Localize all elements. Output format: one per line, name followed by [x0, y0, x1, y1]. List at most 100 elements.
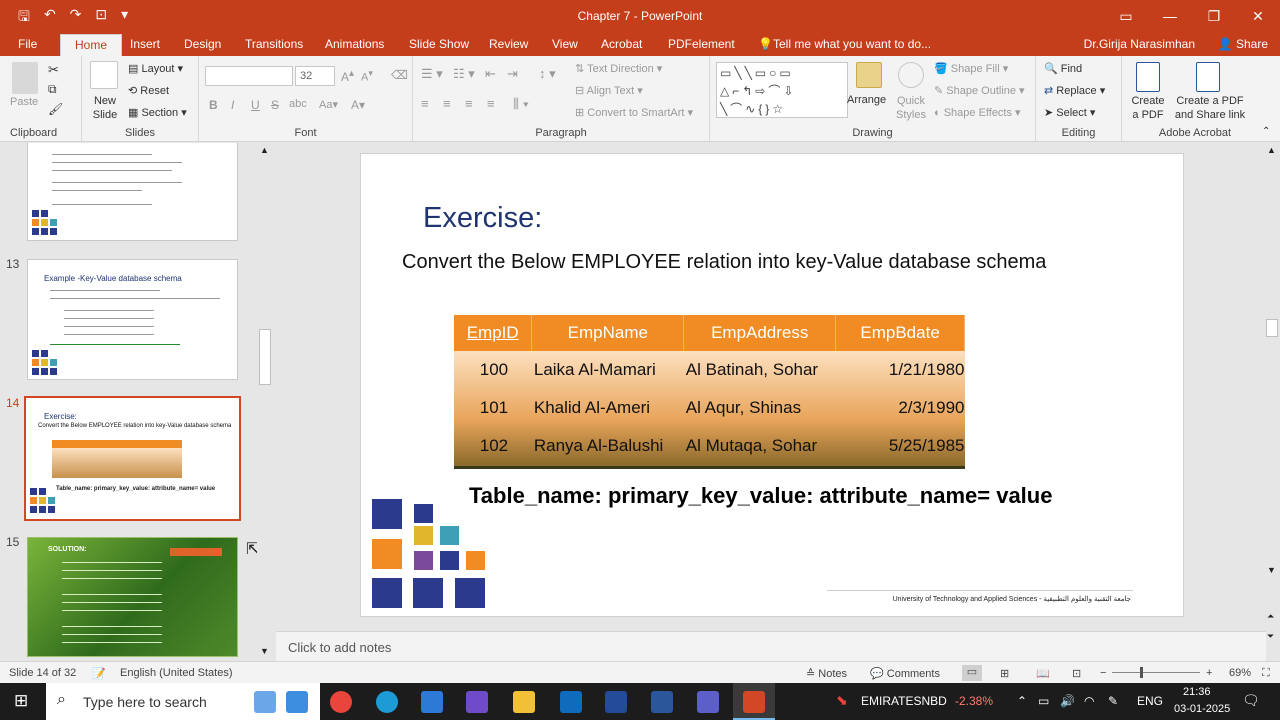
align-text-button[interactable]: ⊟ Align Text ▾ [575, 84, 643, 97]
thumbnail-scrollbar[interactable]: ▲ ▼ [257, 143, 273, 660]
zoom-out-icon[interactable]: − [1100, 667, 1106, 679]
cut-icon[interactable]: ✂ [48, 62, 59, 78]
next-slide-icon[interactable]: ⏷ [1267, 631, 1274, 642]
increase-indent-icon[interactable]: ⇥ [507, 66, 518, 82]
clock-date[interactable]: 03-01-2025 [1174, 703, 1230, 715]
table-cell[interactable]: 101 [454, 389, 532, 427]
shape-effects-button[interactable]: ◐ Shape Effects ▾ [934, 106, 1021, 119]
close-button[interactable]: ✕ [1236, 0, 1280, 32]
notes-toggle[interactable]: ≙ Notes [806, 667, 847, 680]
section-button[interactable]: ▦ Section ▾ [128, 106, 187, 119]
thumbnail-scroll-thumb[interactable] [259, 329, 271, 385]
paste-button[interactable]: Paste [10, 96, 38, 108]
tab-insert[interactable]: Insert [130, 37, 160, 51]
tab-view[interactable]: View [552, 37, 578, 51]
battery-icon[interactable]: ▭ [1038, 694, 1049, 708]
replace-button[interactable]: ⇄ Replace ▾ [1044, 84, 1105, 97]
change-case-icon[interactable]: Aa▾ [319, 98, 338, 111]
tell-me-search[interactable]: Tell me what you want to do... [773, 37, 931, 51]
zoom-slider-thumb[interactable] [1140, 667, 1143, 678]
table-cell[interactable]: 100 [454, 351, 532, 389]
minimize-button[interactable]: — [1148, 0, 1192, 32]
arrange-button[interactable]: Arrange [847, 94, 886, 106]
collapse-ribbon-icon[interactable]: ⌃ [1262, 126, 1270, 137]
new-slide-button[interactable]: New Slide [88, 94, 122, 122]
normal-view-icon[interactable]: ▭ [962, 665, 982, 681]
ribbon-display-icon[interactable]: ▭ [1104, 0, 1148, 32]
shapes-gallery[interactable]: ▭╲╲▭○▭ △⌐↰⇨⌒⇩ ╲⌒∿{}☆ [716, 62, 848, 118]
search-highlight-icon[interactable] [254, 691, 276, 713]
main-scroll-up-icon[interactable]: ▲ [1267, 145, 1276, 155]
underline-icon[interactable]: U [251, 98, 260, 112]
bold-icon[interactable]: B [209, 98, 218, 112]
table-cell[interactable]: Ranya Al-Balushi [532, 427, 684, 465]
slide-heading[interactable]: Exercise: [423, 202, 542, 235]
tab-transitions[interactable]: Transitions [245, 37, 303, 51]
prev-slide-icon[interactable]: ⏶ [1267, 611, 1274, 622]
store-icon[interactable] [421, 691, 443, 713]
scroll-up-icon[interactable]: ▲ [260, 145, 269, 155]
create-pdf-icon[interactable] [1136, 62, 1160, 92]
shape-fill-button[interactable]: 🪣 Shape Fill ▾ [934, 62, 1008, 75]
scroll-down-icon[interactable]: ▼ [260, 646, 269, 656]
wifi-icon[interactable]: ◠ [1084, 694, 1094, 708]
align-left-icon[interactable]: ≡ [421, 96, 429, 111]
format-painter-icon[interactable]: 🖌 [48, 102, 63, 116]
ticker-name[interactable]: EMIRATESNBD [861, 694, 947, 708]
tab-home[interactable]: Home [60, 34, 123, 56]
current-slide[interactable]: Exercise: Convert the Below EMPLOYEE rel… [360, 153, 1184, 617]
header-empaddress[interactable]: EmpAddress [683, 315, 837, 351]
notification-icon[interactable]: 🗨 [1242, 692, 1260, 709]
table-cell[interactable]: 5/25/1985 [836, 427, 965, 465]
chrome-icon[interactable] [330, 691, 352, 713]
screen-tool-icon[interactable] [605, 691, 627, 713]
decrease-indent-icon[interactable]: ⇤ [485, 66, 496, 82]
quick-styles-button[interactable]: Quick Styles [896, 94, 926, 122]
table-cell[interactable]: Al Aqur, Shinas [684, 389, 836, 427]
header-empbdate[interactable]: EmpBdate [835, 315, 965, 351]
char-spacing-icon[interactable]: abc [289, 98, 307, 110]
italic-icon[interactable]: I [231, 98, 234, 112]
shape-outline-button[interactable]: ✎ Shape Outline ▾ [934, 84, 1025, 97]
font-name-box[interactable] [205, 66, 293, 86]
arrange-icon[interactable] [856, 62, 882, 88]
slide-thumbnail-14[interactable]: Exercise: Convert the Below EMPLOYEE rel… [24, 396, 241, 521]
maximize-button[interactable]: ❐ [1192, 0, 1236, 32]
tab-acrobat[interactable]: Acrobat [601, 37, 642, 51]
taskbar-search-box[interactable]: ⌕ Type here to search [46, 683, 320, 720]
paste-icon[interactable] [12, 62, 38, 94]
quick-styles-icon[interactable] [898, 62, 924, 88]
slide-sorter-icon[interactable]: ⊞ [1000, 667, 1009, 680]
volume-icon[interactable]: 🔊 [1060, 694, 1075, 708]
align-center-icon[interactable]: ≡ [443, 96, 451, 111]
table-cell[interactable]: 102 [454, 427, 532, 465]
font-color-icon[interactable]: A▾ [351, 98, 365, 112]
slide-thumbnail-15[interactable]: SOLUTION: [27, 537, 238, 657]
create-share-icon[interactable] [1196, 62, 1220, 92]
select-button[interactable]: ➤ Select ▾ [1044, 106, 1095, 119]
line-spacing-icon[interactable]: ↕ ▾ [539, 66, 556, 82]
find-button[interactable]: 🔍 Find [1044, 62, 1082, 75]
tab-pdfelement[interactable]: PDFelement [668, 37, 735, 51]
file-explorer-icon[interactable] [513, 691, 535, 713]
main-scroll-down-icon[interactable]: ▼ [1267, 565, 1276, 575]
tab-slide-show[interactable]: Slide Show [409, 37, 469, 51]
columns-icon[interactable]: ⫼ ▾ [513, 96, 529, 112]
zoom-in-icon[interactable]: + [1206, 667, 1212, 679]
reading-view-icon[interactable]: 📖 [1036, 667, 1050, 680]
reset-button[interactable]: ⟲ Reset [128, 84, 169, 97]
font-size-box[interactable]: 32 [295, 66, 335, 86]
copy-icon[interactable]: ⧉ [48, 82, 57, 97]
bullets-icon[interactable]: ☰ ▾ [421, 66, 443, 82]
main-scroll-thumb[interactable] [1266, 319, 1278, 337]
align-right-icon[interactable]: ≡ [465, 96, 473, 111]
clear-formatting-icon[interactable]: ⌫ [391, 68, 408, 82]
teams-icon[interactable] [697, 691, 719, 713]
layout-button[interactable]: ▤ Layout ▾ [128, 62, 183, 75]
edge-icon[interactable] [376, 691, 398, 713]
media-icon[interactable] [466, 691, 488, 713]
table-cell[interactable]: Al Mutaqa, Sohar [684, 427, 836, 465]
numbering-icon[interactable]: ☷ ▾ [453, 66, 475, 82]
table-cell[interactable]: 1/21/1980 [836, 351, 965, 389]
windows-start-icon[interactable]: ⊞ [14, 691, 28, 711]
